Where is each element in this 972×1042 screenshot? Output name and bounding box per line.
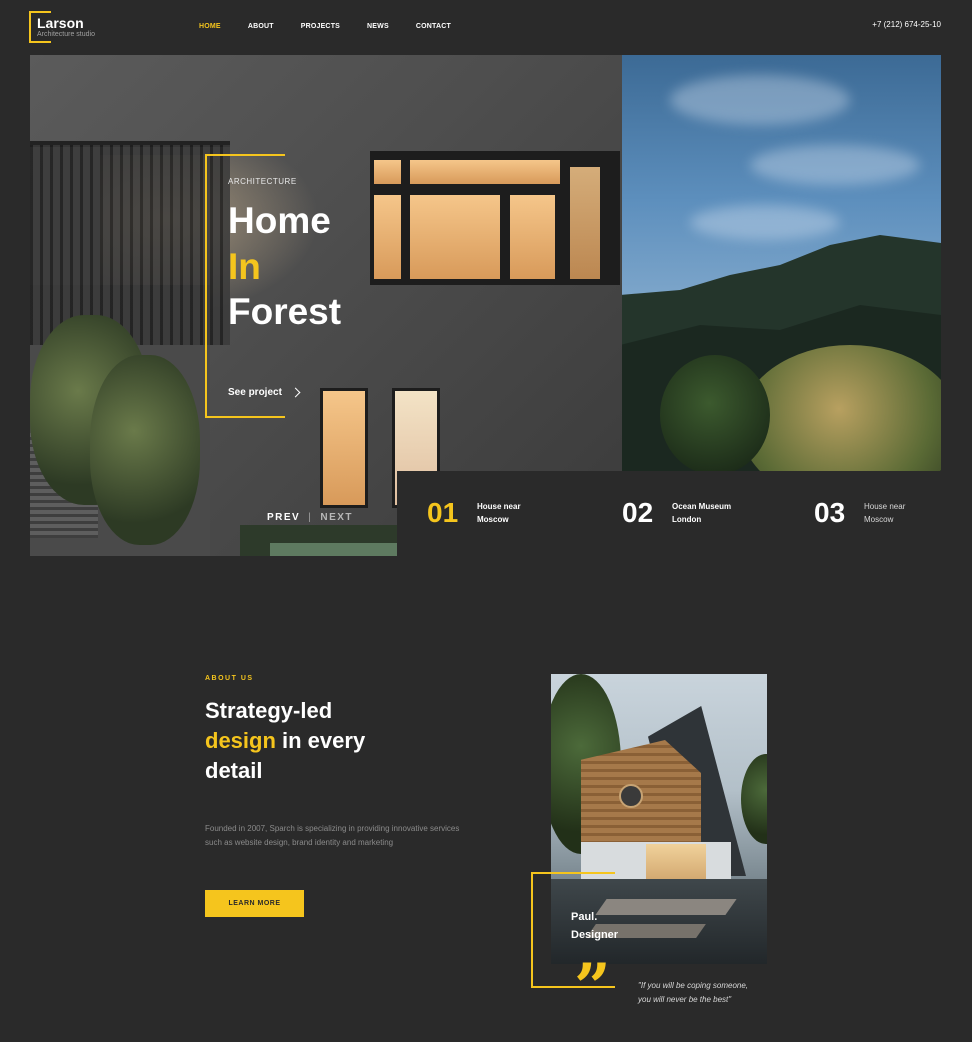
- slide-caption-line2: London: [672, 515, 702, 524]
- nav-home[interactable]: HOME: [199, 23, 221, 30]
- hero-title-line1: Home: [228, 200, 331, 241]
- prev-button[interactable]: PREV: [267, 512, 300, 523]
- door-window: [320, 388, 368, 508]
- logo-title[interactable]: Larson: [37, 15, 84, 31]
- balcony-railing: [30, 145, 230, 345]
- cloud: [750, 145, 920, 185]
- about-title-line2-rest: in every: [275, 728, 366, 753]
- logo-tagline: Architecture studio: [37, 31, 95, 38]
- cloud: [670, 75, 850, 125]
- round-window: [619, 784, 643, 808]
- slide-item[interactable]: 03 House near Moscow: [814, 497, 934, 529]
- slide-number: 03: [814, 497, 846, 528]
- tree: [660, 355, 770, 475]
- slider-controls: PREV | NEXT: [267, 512, 353, 523]
- quote-author: Paul. Designer: [571, 908, 618, 944]
- hero-title-line2: In: [228, 245, 261, 287]
- slide-caption-line2: Moscow: [477, 515, 509, 524]
- climbing-plant: [90, 355, 200, 545]
- see-project-label: See project: [228, 387, 282, 398]
- quote-text-line1: "If you will be coping someone,: [638, 981, 749, 990]
- quote-text-line2: you will never be the best": [638, 994, 732, 1004]
- slide-caption: Ocean Museum London: [672, 500, 742, 526]
- phone-number[interactable]: +7 (212) 674-25-10: [872, 20, 941, 29]
- hero-title: Home In Forest: [228, 198, 341, 335]
- slide-item[interactable]: 02 Ocean Museum London: [622, 497, 742, 529]
- nav-news[interactable]: NEWS: [367, 23, 389, 30]
- learn-more-button[interactable]: LEARN MORE: [205, 890, 304, 917]
- about-label: ABOUT US: [205, 675, 254, 682]
- about-title-highlight: design: [205, 728, 276, 753]
- slide-caption: House near Moscow: [477, 500, 547, 526]
- quote-text: "If you will be coping someone, you will…: [638, 979, 788, 1006]
- slide-caption-line1: House near: [864, 502, 906, 511]
- about-title-line3: detail: [205, 758, 263, 783]
- nav-about[interactable]: ABOUT: [248, 23, 274, 30]
- about-title-line1: Strategy-led: [205, 698, 333, 723]
- about-title: Strategy-led design in every detail: [205, 696, 365, 786]
- next-button[interactable]: NEXT: [320, 512, 353, 523]
- quote-mark-icon: ”: [574, 950, 611, 1025]
- slide-caption-line2: Moscow: [864, 515, 894, 524]
- main-nav: HOME ABOUT PROJECTS NEWS CONTACT: [199, 23, 478, 30]
- hero-title-line3: Forest: [228, 291, 342, 332]
- slide-number: 02: [622, 497, 654, 528]
- nav-contact[interactable]: CONTACT: [416, 23, 451, 30]
- slide-caption-line1: House near: [477, 502, 521, 511]
- slide-item[interactable]: 01 House near Moscow: [427, 497, 547, 529]
- nav-projects[interactable]: PROJECTS: [301, 23, 340, 30]
- slide-number: 01: [427, 497, 459, 528]
- tree: [741, 754, 767, 844]
- chevron-right-icon: [290, 387, 301, 398]
- slider-separator: |: [308, 512, 313, 523]
- see-project-link[interactable]: See project: [228, 387, 301, 398]
- project-slider-panel: 01 House near Moscow 02 Ocean Museum Lon…: [397, 471, 941, 556]
- large-window: [370, 151, 620, 285]
- quote-author-name: Paul.: [571, 911, 598, 923]
- quote-author-role: Designer: [571, 929, 619, 941]
- hero-category: ARCHITECTURE: [228, 177, 297, 186]
- about-title-line2: design in every: [205, 726, 365, 756]
- slide-caption-line1: Ocean Museum: [672, 502, 732, 511]
- about-description: Founded in 2007, Sparch is specializing …: [205, 824, 460, 847]
- slide-caption: House near Moscow: [864, 500, 934, 526]
- pool: [270, 543, 400, 556]
